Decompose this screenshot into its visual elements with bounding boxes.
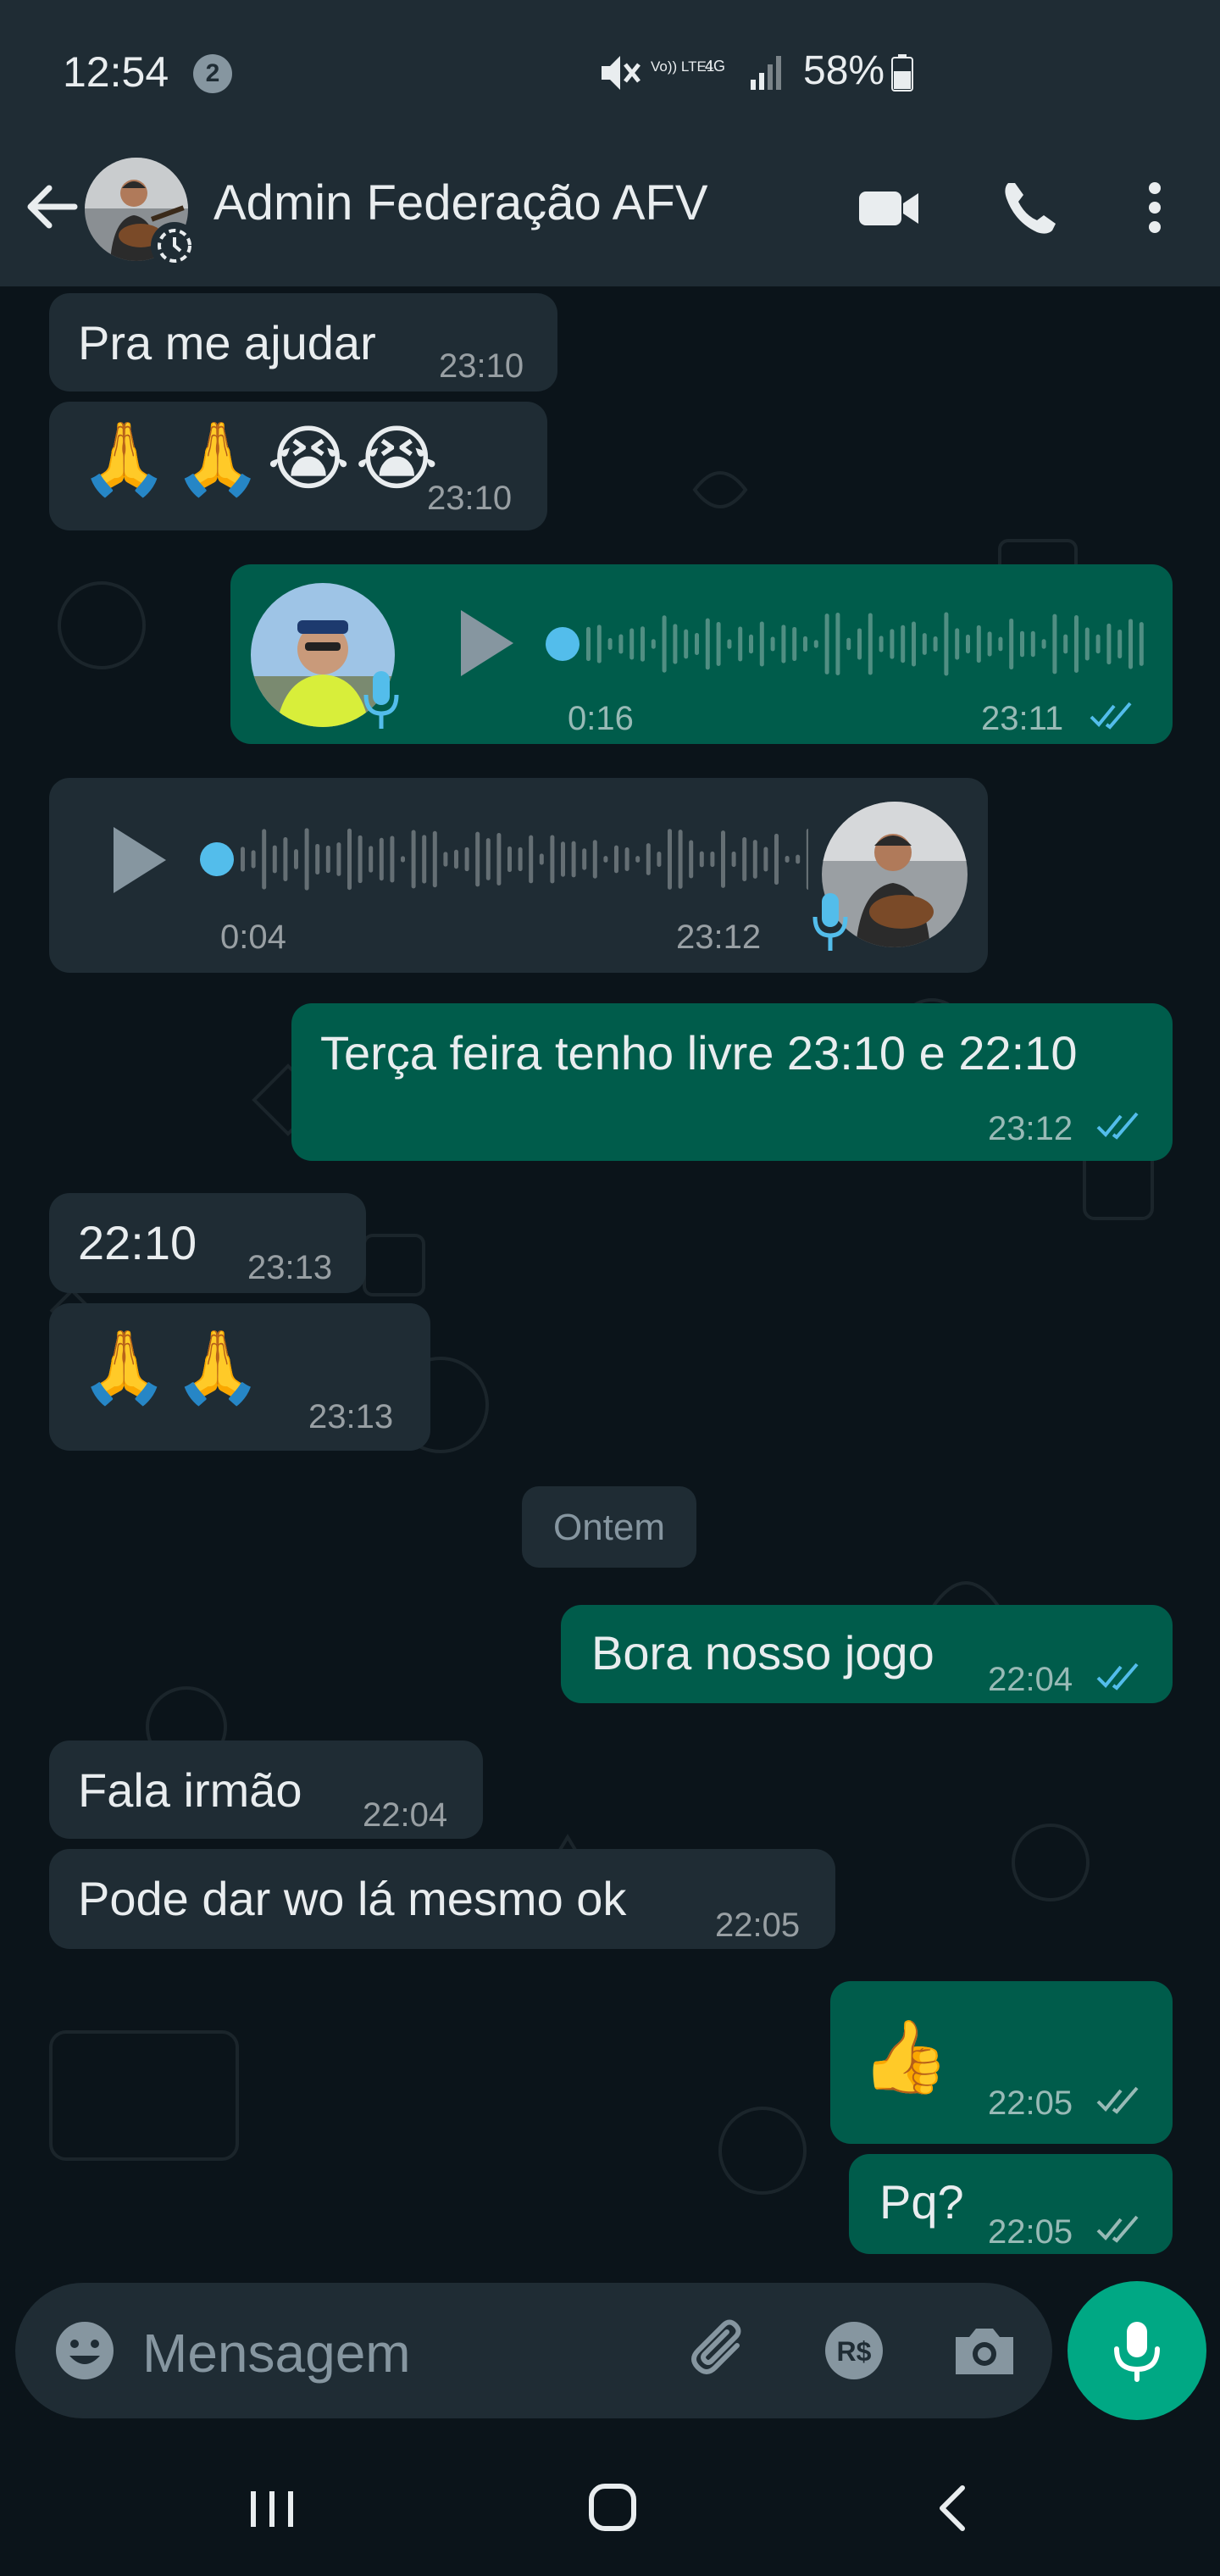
notification-count-badge: 2 <box>193 54 232 93</box>
message-time: 22:05 <box>988 2213 1073 2251</box>
voice-duration: 0:04 <box>220 919 286 956</box>
message-time: 22:04 <box>363 1796 448 1834</box>
outgoing-message[interactable]: Bora nosso jogo 22:04 <box>561 1605 1173 1703</box>
contact-name[interactable]: Admin Federação AFV <box>214 175 708 231</box>
system-back-icon[interactable] <box>915 2474 991 2542</box>
outgoing-voice-message[interactable]: 0:16 23:11 <box>230 564 1173 744</box>
payment-icon[interactable]: R$ <box>817 2313 891 2388</box>
battery-level: 58% <box>803 48 885 93</box>
message-time: 23:13 <box>247 1249 333 1286</box>
message-text: 22:10 <box>78 1216 197 1269</box>
voice-record-button[interactable] <box>1068 2281 1206 2420</box>
delivered-receipt-icon <box>1096 2215 1139 2243</box>
incoming-voice-message[interactable]: 0:04 23:12 <box>49 778 988 973</box>
emoji-icon[interactable] <box>47 2313 122 2388</box>
play-icon[interactable] <box>452 605 520 681</box>
read-receipt-icon <box>1096 1663 1139 1690</box>
home-icon[interactable] <box>574 2474 651 2542</box>
status-ring-icon <box>151 222 198 269</box>
message-time: 23:11 <box>981 700 1064 737</box>
chat-header: Admin Federação AFV <box>0 144 1220 286</box>
message-composer[interactable]: Mensagem R$ <box>15 2283 1052 2418</box>
more-options-icon[interactable] <box>1117 169 1193 246</box>
message-emoji: 🙏🙏 <box>80 1327 268 1407</box>
voice-mic-icon <box>363 671 399 729</box>
battery-icon <box>891 54 913 92</box>
chat-area[interactable]: Pra me ajudar 23:10 🙏🙏😭😭 23:10 0:16 23:1… <box>0 286 1220 2279</box>
message-time: 23:12 <box>988 1110 1073 1147</box>
message-text: Terça feira tenho livre 23:10 e 22:10 <box>320 1026 1078 1080</box>
incoming-message[interactable]: 22:10 23:13 <box>49 1193 366 1293</box>
system-navigation-bar <box>0 2440 1220 2576</box>
message-emoji: 👍 <box>861 2017 955 2096</box>
read-receipt-icon <box>1096 1112 1139 1140</box>
outgoing-message[interactable]: Pq? 22:05 <box>849 2154 1173 2254</box>
incoming-message[interactable]: Pra me ajudar 23:10 <box>49 293 557 391</box>
message-text: Pode dar wo lá mesmo ok <box>78 1872 627 1925</box>
message-input[interactable]: Mensagem <box>142 2322 411 2384</box>
incoming-message[interactable]: Pode dar wo lá mesmo ok 22:05 <box>49 1849 835 1949</box>
network-type-icon: 4G <box>705 58 725 75</box>
date-divider: Ontem <box>522 1486 696 1568</box>
read-receipt-icon <box>1090 702 1132 730</box>
signal-icon <box>751 56 781 90</box>
status-icons: Vo)) LTE1 4G <box>602 56 781 90</box>
message-time: 23:10 <box>427 480 513 517</box>
message-text: Pq? <box>879 2175 964 2229</box>
attach-icon[interactable] <box>685 2313 759 2388</box>
incoming-message[interactable]: Fala irmão 22:04 <box>49 1740 483 1839</box>
outgoing-message[interactable]: Terça feira tenho livre 23:10 e 22:10 23… <box>291 1003 1173 1161</box>
message-text: Bora nosso jogo <box>591 1626 934 1679</box>
message-time: 22:04 <box>988 1661 1073 1698</box>
recent-apps-icon[interactable] <box>234 2474 310 2542</box>
mute-icon <box>602 56 640 90</box>
outgoing-emoji-message[interactable]: 👍 22:05 <box>830 1981 1173 2144</box>
delivered-receipt-icon <box>1096 2086 1139 2114</box>
phone-call-icon[interactable] <box>991 169 1068 246</box>
camera-icon[interactable] <box>947 2313 1022 2388</box>
message-emoji: 🙏🙏😭😭 <box>80 419 444 498</box>
incoming-emoji-message[interactable]: 🙏🙏😭😭 23:10 <box>49 402 547 530</box>
message-time: 23:10 <box>439 347 524 385</box>
incoming-emoji-message[interactable]: 🙏🙏 23:13 <box>49 1303 430 1451</box>
video-call-icon[interactable] <box>851 169 927 246</box>
message-time: 23:12 <box>676 919 762 956</box>
message-time: 22:05 <box>988 2085 1073 2122</box>
svg-text:R$: R$ <box>837 2336 872 2367</box>
message-text: Fala irmão <box>78 1763 302 1817</box>
date-divider-label: Ontem <box>552 1507 666 1548</box>
status-time: 12:54 <box>63 48 169 96</box>
status-bar: 12:54 2 Vo)) LTE1 4G 58% <box>0 0 1220 144</box>
voice-duration: 0:16 <box>568 700 634 737</box>
voice-waveform[interactable] <box>198 825 808 893</box>
message-time: 22:05 <box>715 1907 801 1944</box>
message-time: 23:13 <box>308 1398 394 1435</box>
mic-icon <box>1114 2322 1160 2382</box>
voice-waveform[interactable] <box>544 610 1145 678</box>
message-text: Pra me ajudar <box>78 316 376 369</box>
play-icon[interactable] <box>105 822 173 898</box>
voice-mic-icon <box>812 893 848 951</box>
back-arrow-icon[interactable] <box>20 175 85 239</box>
